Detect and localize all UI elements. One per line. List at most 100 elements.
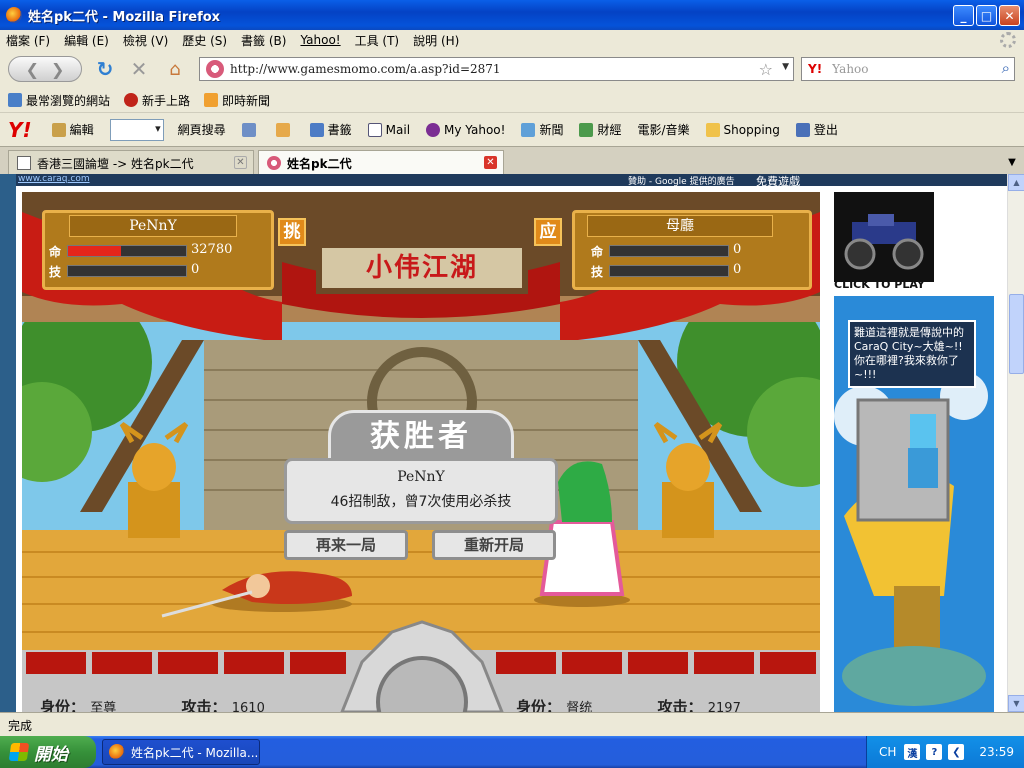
firefox-icon [6, 7, 22, 23]
caraq-ad[interactable]: 難道這裡就是傳說中的CaraQ City~大雄~!!你在哪裡?我來救你了~!!! [834, 296, 994, 712]
player1-hp-label: 命 [49, 245, 62, 259]
tab-game[interactable]: 姓名pk二代 ✕ [258, 150, 504, 175]
stop-icon[interactable]: ✕ [126, 56, 152, 82]
url-dropdown-icon[interactable]: ▼ [782, 62, 789, 72]
alert-icon [275, 122, 290, 137]
attack-value-left: 1610 [231, 701, 265, 712]
ime-icon[interactable]: 漢 [904, 744, 921, 760]
list-all-tabs-icon[interactable]: ▼ [1004, 153, 1020, 171]
start-button[interactable]: 開始 [0, 736, 96, 768]
restart-button[interactable]: 重新开局 [432, 530, 556, 560]
language-indicator[interactable]: CH [879, 745, 896, 759]
url-text[interactable]: http://www.gamesmomo.com/a.asp?id=2871 [230, 62, 501, 76]
yahoo-alert[interactable] [275, 122, 294, 137]
game-canvas[interactable]: PeNnY 命 32780 技 0 挑 小伟江湖 应 母廳 命 0 技 0 获胜… [22, 192, 820, 712]
side-advertisement[interactable]: CLICK TO PLAY 難道這裡就是傳說中的CaraQ City~大雄~!!… [834, 192, 994, 712]
tab-close-icon[interactable]: ✕ [234, 156, 247, 169]
system-tray: CH 漢 ? ❮ 23:59 [866, 736, 1024, 768]
monster-truck-ad[interactable] [834, 192, 934, 282]
attack-label-right: 攻击： [657, 698, 703, 712]
search-bar[interactable]: Y! Yahoo ⌕ [801, 57, 1015, 81]
menu-view[interactable]: 檢視 (V) [123, 32, 168, 49]
throbber-icon [1000, 32, 1016, 48]
tab-forum[interactable]: 香港三國論壇 -> 姓名pk二代 ✕ [8, 150, 254, 175]
yahoo-edit[interactable]: 編輯 [51, 121, 94, 138]
player1-hp-value: 32780 [191, 242, 233, 257]
search-icon[interactable]: ⌕ [1002, 59, 1010, 77]
skill-buttons-left [26, 652, 346, 674]
firefox-icon [109, 744, 125, 760]
yahoo-logo-icon[interactable]: Y! [8, 118, 32, 142]
page-icon [17, 156, 31, 170]
yahoo-bookmarks[interactable]: 書籤 [309, 121, 352, 138]
close-button[interactable]: ✕ [999, 5, 1020, 26]
menu-yahoo[interactable]: Yahoo! [300, 33, 340, 47]
home-icon[interactable]: ⌂ [162, 56, 188, 82]
yahoo-mail[interactable]: Mail [367, 122, 410, 137]
url-bar[interactable]: http://www.gamesmomo.com/a.asp?id=2871 ☆… [199, 57, 794, 81]
scroll-down-icon[interactable]: ▼ [1008, 695, 1024, 712]
reload-icon[interactable]: ↻ [92, 56, 118, 82]
search-placeholder[interactable]: Yahoo [832, 62, 868, 76]
yahoo-signout[interactable]: 登出 [795, 121, 838, 138]
bookmark-most-visited[interactable]: 最常瀏覽的網站 [8, 92, 110, 109]
status-bar: 完成 [0, 712, 1024, 736]
scroll-thumb[interactable] [1009, 294, 1024, 374]
menu-tools[interactable]: 工具 (T) [355, 32, 400, 49]
yahoo-news[interactable]: 新聞 [521, 121, 563, 138]
yahoo-web-search[interactable]: 網頁搜尋 [178, 121, 226, 138]
menu-file[interactable]: 檔案 (F) [6, 32, 50, 49]
free-games-link[interactable]: 免費遊戲 [756, 174, 800, 189]
player2-hp-value: 0 [733, 242, 742, 257]
winner-description: 46招制敌，曾7次使用必杀技 [330, 494, 512, 510]
menu-edit[interactable]: 編輯 (E) [64, 32, 109, 49]
scroll-up-icon[interactable]: ▲ [1008, 174, 1024, 191]
menu-help[interactable]: 說明 (H) [413, 32, 459, 49]
menu-history[interactable]: 歷史 (S) [182, 32, 227, 49]
ads-label[interactable]: 贊助 - Google 提供的廣告 [628, 174, 735, 187]
news-icon [521, 122, 536, 137]
bookmark-star-icon[interactable]: ☆ [759, 60, 773, 79]
yahoo-my-yahoo[interactable]: My Yahoo! [426, 122, 505, 137]
player2-hp-bar [609, 245, 729, 257]
shield-icon [241, 122, 256, 137]
bookmark-getting-started[interactable]: 新手上路 [124, 92, 190, 109]
yahoo-shield[interactable] [241, 122, 260, 137]
taskbar-firefox-window[interactable]: 姓名pk二代 - Mozilla... [102, 739, 260, 765]
replay-button[interactable]: 再来一局 [284, 530, 408, 560]
maximize-button[interactable]: □ [976, 5, 997, 26]
search-engine-icon[interactable]: Y! [808, 62, 822, 76]
tab-close-icon[interactable]: ✕ [484, 156, 497, 169]
challenger-tag: 挑 [278, 218, 306, 246]
tray-arrow-icon[interactable]: ❮ [948, 744, 965, 760]
page-scrollbar[interactable]: ▲ ▼ [1007, 174, 1024, 712]
bookmark-latest-news[interactable]: 即時新聞 [204, 92, 270, 109]
shopping-bag-icon [705, 122, 720, 137]
minimize-button[interactable]: _ [953, 5, 974, 26]
my-yahoo-icon [426, 122, 441, 137]
player2-sp-value: 0 [733, 262, 742, 277]
player1-hp-fill [68, 246, 122, 256]
player2-sp-bar [609, 265, 729, 277]
click-to-play[interactable]: CLICK TO PLAY [834, 278, 934, 291]
yahoo-finance[interactable]: 財經 [579, 121, 621, 138]
responder-tag: 应 [534, 218, 562, 246]
back-forward-buttons[interactable]: ❮ ❯ [8, 56, 82, 82]
player1-sp-value: 0 [191, 262, 200, 277]
site-favicon-icon [267, 156, 281, 170]
speech-bubble: 難道這裡就是傳說中的CaraQ City~大雄~!!你在哪裡?我來救你了~!!! [848, 320, 976, 388]
site-favicon-icon [206, 60, 224, 78]
bookmarks-toolbar: 最常瀏覽的網站 新手上路 即時新聞 [0, 88, 1024, 112]
player1-name: PeNnY [69, 215, 237, 237]
menu-bookmarks[interactable]: 書籤 (B) [241, 32, 286, 49]
winner-name: PeNnY [397, 469, 445, 485]
folder-icon [8, 93, 22, 107]
yahoo-shopping[interactable]: Shopping [705, 122, 780, 137]
forward-arrow-icon[interactable]: ❯ [51, 60, 64, 79]
status-text: 完成 [8, 719, 33, 733]
help-icon[interactable]: ? [926, 744, 943, 760]
yahoo-movies-music[interactable]: 電影/音樂 [637, 121, 689, 138]
yahoo-search-combo[interactable] [109, 118, 164, 141]
site-link[interactable]: www.caraq.com [18, 174, 90, 184]
back-arrow-icon[interactable]: ❮ [26, 60, 39, 79]
